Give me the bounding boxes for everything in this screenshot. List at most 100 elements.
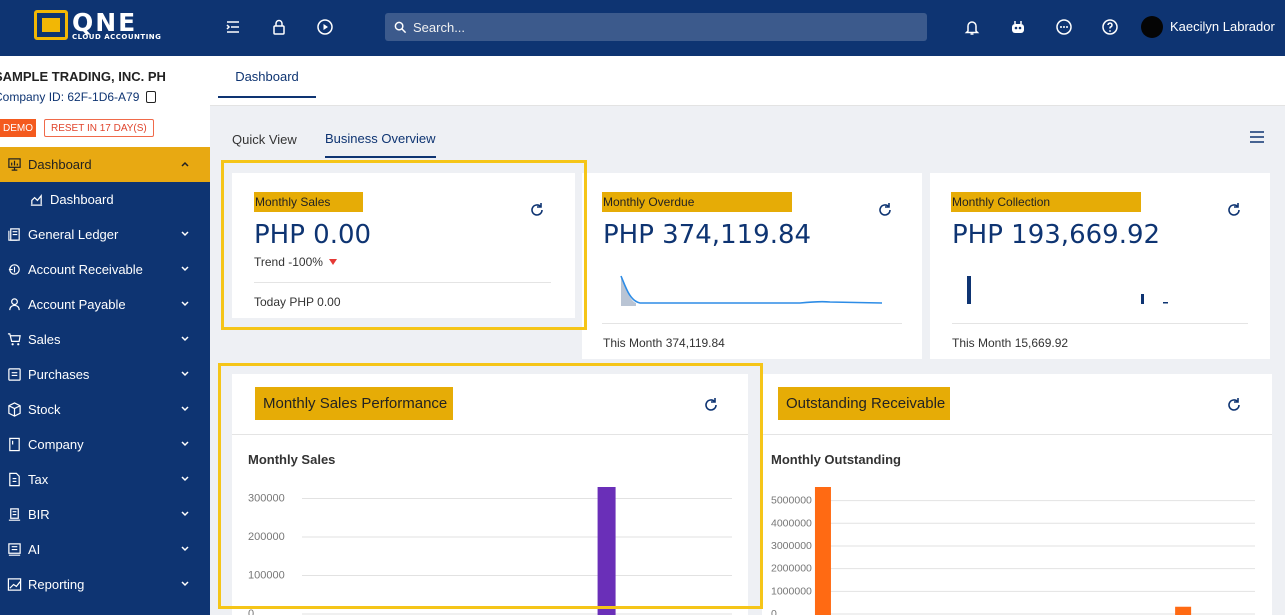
help-icon[interactable] [1099, 16, 1121, 38]
main-tab-bar: Dashboard [210, 56, 1285, 106]
sparkbar [967, 276, 971, 304]
chart-icon [27, 192, 45, 208]
refresh-icon[interactable] [703, 397, 719, 413]
lock-icon[interactable] [268, 16, 290, 38]
company-id-text: Company ID: 62F-1D6-A79 [0, 90, 140, 104]
chat-icon[interactable] [1053, 16, 1075, 38]
chevron-down-icon [181, 371, 189, 377]
sidebar-item-label: Company [28, 437, 84, 452]
chevron-down-icon [181, 231, 189, 237]
y-tick-label: 1000000 [771, 585, 812, 597]
receivable-icon [5, 262, 23, 278]
sidebar-item-company[interactable]: Company [0, 427, 210, 462]
hamburger-menu-icon[interactable] [1249, 130, 1265, 144]
sidebar-item-ai[interactable]: AI [0, 532, 210, 567]
sidebar-item-general-ledger[interactable]: General Ledger [0, 217, 210, 252]
refresh-icon[interactable] [529, 202, 545, 218]
chart-bar [1175, 606, 1192, 615]
chart-bar [814, 487, 831, 615]
trend-down-icon [328, 259, 337, 265]
avatar[interactable] [1141, 16, 1163, 38]
bot-icon[interactable] [1007, 16, 1029, 38]
chevron-down-icon [181, 511, 189, 517]
company-icon [5, 437, 23, 453]
sidebar-item-stock[interactable]: Stock [0, 392, 210, 427]
sidebar-item-label: Sales [28, 332, 61, 347]
sidebar-item-label: Dashboard [50, 192, 114, 207]
bell-icon[interactable] [961, 16, 983, 38]
y-tick-label: 2000000 [771, 563, 812, 575]
panel-divider [232, 434, 748, 435]
chevron-down-icon [181, 476, 189, 482]
menu-toggle-icon[interactable] [222, 16, 244, 38]
sidebar-item-account-receivable[interactable]: Account Receivable [0, 252, 210, 287]
sidebar-item-account-payable[interactable]: Account Payable [0, 287, 210, 322]
y-tick-label: 4000000 [771, 517, 812, 529]
sidebar-item-label: General Ledger [28, 227, 119, 242]
card-title: Monthly Overdue [602, 192, 792, 212]
card-divider [952, 323, 1248, 324]
sidebar-item-label: Stock [28, 402, 61, 417]
card-title: Monthly Sales [254, 192, 363, 212]
refresh-icon[interactable] [877, 202, 893, 218]
reporting-icon [5, 577, 23, 593]
monthly-sales-value: PHP 0.00 [254, 220, 372, 250]
qne-logo[interactable]: QNE CLOUD ACCOUNTING [34, 9, 166, 41]
refresh-icon[interactable] [1226, 202, 1242, 218]
logo-big-text: QNE [72, 7, 138, 37]
monthly-collection-value: PHP 193,669.92 [952, 220, 1161, 250]
chevron-down-icon [181, 581, 189, 587]
card-title: Monthly Collection [951, 192, 1141, 212]
monthly-outstanding-chart: 0 1000000 2000000 3000000 4000000 5000000 [771, 487, 1255, 615]
y-tick-label: 3000000 [771, 540, 812, 552]
chevron-down-icon [181, 336, 189, 342]
reset-badge: RESET IN 17 DAY(S) [44, 119, 154, 137]
tab-quick-view[interactable]: Quick View [232, 120, 297, 158]
sidebar-item-tax[interactable]: Tax [0, 462, 210, 497]
card-divider [602, 323, 902, 324]
search-bar[interactable] [385, 13, 927, 41]
chart-bar [597, 487, 616, 615]
search-icon [394, 21, 407, 33]
tab-business-overview[interactable]: Business Overview [325, 120, 436, 158]
chevron-down-icon [181, 441, 189, 447]
copy-icon[interactable] [146, 91, 157, 103]
collection-sparkbars [967, 276, 1168, 304]
y-tick-label: 200000 [248, 531, 285, 543]
refresh-icon[interactable] [1226, 397, 1242, 413]
payable-icon [5, 297, 23, 313]
sidebar-item-dashboard-sub[interactable]: Dashboard [0, 182, 210, 217]
sparkbar [1141, 294, 1144, 304]
logo-text: QNE CLOUD ACCOUNTING [72, 10, 161, 41]
sidebar-item-dashboard[interactable]: Dashboard [0, 147, 210, 182]
monthly-sales-card: Monthly Sales PHP 0.00 Trend -100% Today… [232, 173, 575, 318]
sidebar-item-sales[interactable]: Sales [0, 322, 210, 357]
today-text: Today PHP 0.00 [254, 295, 341, 309]
y-tick-label: 0 [248, 608, 254, 615]
sidebar-item-bir[interactable]: BIR [0, 497, 210, 532]
outstanding-receivable-panel: Outstanding Receivable Monthly Outstandi… [762, 374, 1272, 615]
chart-title: Monthly Sales [248, 452, 336, 467]
play-icon[interactable] [314, 16, 336, 38]
search-input[interactable] [413, 19, 893, 35]
sidebar-item-label: BIR [28, 507, 50, 522]
tab-dashboard[interactable]: Dashboard [218, 56, 316, 98]
sidebar-item-label: Reporting [28, 577, 85, 592]
card-divider [254, 282, 551, 283]
monthly-overdue-card: Monthly Overdue PHP 374,119.84 This Mont… [582, 173, 922, 359]
sidebar-item-reporting[interactable]: Reporting [0, 567, 210, 602]
user-name[interactable]: Kaecilyn Labrador [1170, 19, 1275, 34]
box-icon [5, 402, 23, 418]
sidebar-item-label: Account Payable [28, 297, 126, 312]
company-id: Company ID: 62F-1D6-A79 [0, 90, 157, 104]
trend-row: Trend -100% [254, 255, 337, 269]
cart-icon [5, 332, 23, 348]
sidebar-item-purchases[interactable]: Purchases [0, 357, 210, 392]
tax-icon [5, 472, 23, 488]
panel-title: Outstanding Receivable [778, 387, 950, 420]
sidebar-item-label: Tax [28, 472, 49, 487]
chevron-up-icon [181, 161, 189, 167]
ledger-icon [5, 227, 23, 243]
trend-text: Trend -100% [254, 255, 323, 269]
company-name: SAMPLE TRADING, INC. PH [0, 69, 166, 84]
